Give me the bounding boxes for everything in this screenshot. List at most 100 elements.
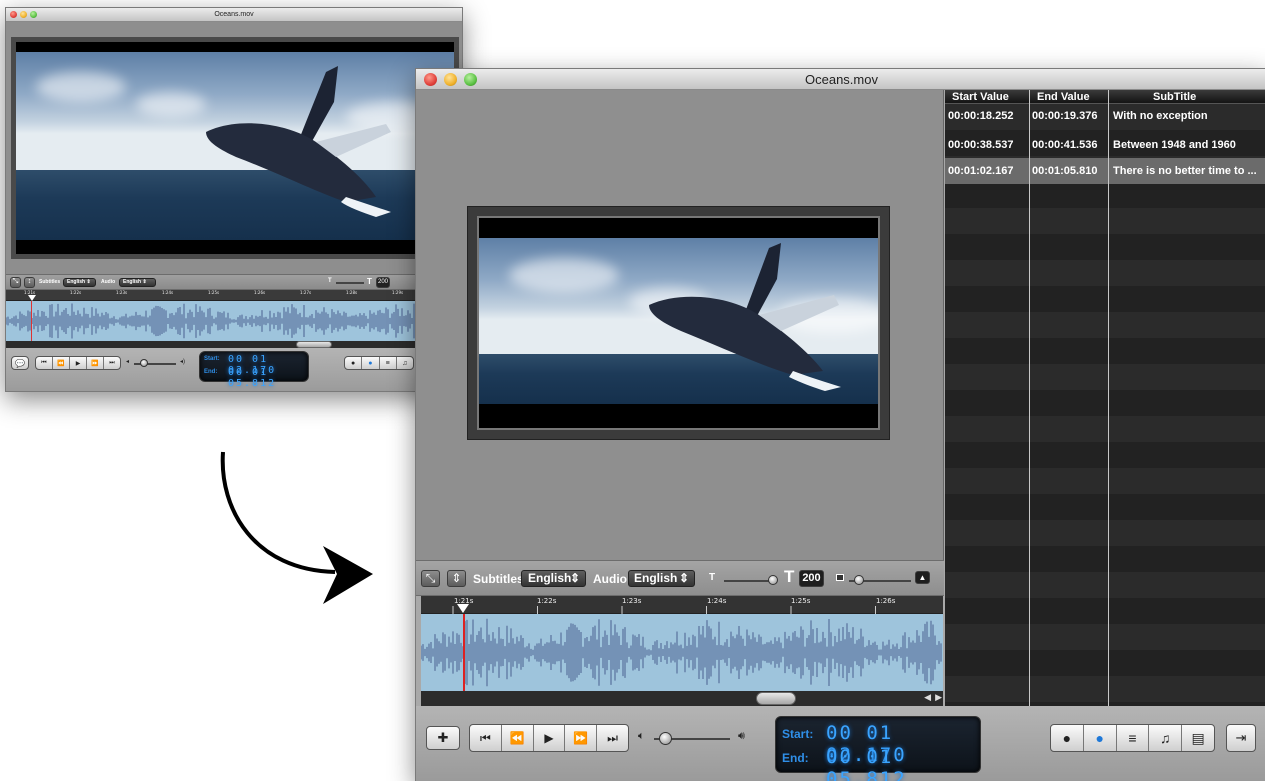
select-arrows-icon: ⇕ (678, 571, 689, 585)
view-mode-controls: ● ● ≡ ♫ ▤ (1050, 724, 1215, 752)
font-size-field[interactable]: 200 (799, 570, 824, 587)
scroll-thumb[interactable] (296, 341, 332, 348)
font-size-knob[interactable] (768, 575, 778, 585)
volume-knob[interactable] (140, 359, 148, 367)
transport-controls: ⏮ ⏪ ▶ ⏩ ⏭ (469, 724, 629, 752)
fast-forward-icon: ⏩ (91, 360, 99, 367)
skip-start-icon: ⏮ (41, 359, 47, 366)
scroll-thumb[interactable] (756, 692, 796, 705)
time-display: Start: 00 01 02.170 End: 00 01 05.812 (775, 716, 981, 781)
row-start-value: 00:00:38.537 (948, 139, 1014, 151)
small-timeline-scrollbar[interactable] (6, 341, 462, 348)
table-row-selected[interactable]: 00:01:02.167 00:01:05.810 There is no be… (945, 158, 1265, 184)
skip-end-button[interactable]: ⏭ (597, 725, 628, 751)
column-header-end[interactable]: End Value (1037, 90, 1112, 104)
list-view-button[interactable]: ≡ (1117, 725, 1150, 751)
fullscreen-button[interactable]: ⤡ (10, 277, 21, 288)
minimize-window-button[interactable] (444, 73, 457, 86)
skip-start-icon: ⏮ (479, 730, 491, 745)
font-size-value[interactable]: 200 (376, 277, 390, 288)
sync-button[interactable]: ⇕ (447, 570, 466, 587)
volume-high-icon: ◂) (180, 359, 186, 365)
close-window-button[interactable] (424, 73, 437, 86)
subtitles-select[interactable]: English ⇕ (521, 570, 586, 587)
skip-start-button[interactable]: ⏮ (470, 725, 502, 751)
timeline-ruler[interactable]: 1:21s 1:22s 1:23s 1:24s 1:25s 1:26s (421, 596, 943, 614)
font-large-icon: T (367, 277, 372, 286)
document-view-button[interactable]: ▤ (1182, 725, 1214, 751)
small-waveform[interactable] (6, 301, 462, 341)
speech-bubble-blue-icon: ● (368, 359, 373, 367)
audio-label: Audio (593, 572, 627, 586)
whale-image-small (206, 66, 391, 217)
column-header-start[interactable]: Start Value (952, 90, 1027, 104)
subtitle-view-button[interactable]: ● (345, 357, 363, 369)
table-row[interactable]: 00:00:38.537 00:00:41.536 Between 1948 a… (945, 132, 1265, 158)
active-subtitle-view-button[interactable]: ● (1084, 725, 1117, 751)
audio-select-value: English (634, 571, 678, 585)
font-size-slider[interactable] (336, 282, 364, 284)
active-subtitle-view-button[interactable]: ● (362, 357, 380, 369)
playhead-marker[interactable] (457, 604, 469, 613)
audio-select[interactable]: English ⇕ (119, 278, 156, 287)
subtitles-select[interactable]: English ⇕ (63, 278, 96, 287)
small-timeline-ruler[interactable]: 1:21s 1:22s 1:23s 1:24s 1:25s 1:26s 1:27… (6, 290, 462, 301)
zoom-window-button[interactable] (30, 11, 37, 18)
font-size-text: 200 (377, 279, 388, 285)
scroll-left-arrow-icon[interactable]: ◀ (924, 692, 931, 703)
table-row[interactable]: 00:00:18.252 00:00:19.376 With no except… (945, 106, 1265, 132)
play-button[interactable]: ▶ (534, 725, 566, 751)
audio-label: Audio (101, 279, 116, 285)
rewind-button[interactable]: ⏪ (502, 725, 534, 751)
play-icon: ▶ (75, 360, 81, 367)
list-view-button[interactable]: ≡ (380, 357, 397, 369)
fast-forward-button[interactable]: ⏩ (87, 357, 104, 369)
audio-view-button[interactable]: ♫ (397, 357, 413, 369)
audio-select[interactable]: English ⇕ (628, 570, 695, 587)
fast-forward-button[interactable]: ⏩ (565, 725, 598, 751)
column-header-subtitle[interactable]: SubTitle (1153, 90, 1233, 104)
export-button[interactable]: ⇥ (1226, 724, 1256, 752)
volume-knob[interactable] (659, 732, 672, 745)
speech-bubble-icon: ● (351, 359, 356, 367)
row-end-value: 00:01:05.810 (1032, 165, 1098, 177)
volume-low-icon: ◂ (126, 359, 130, 365)
timeline-scrollbar[interactable]: ◀ ▶ (421, 691, 943, 706)
audio-waveform[interactable] (421, 614, 943, 691)
main-video-area (416, 90, 944, 560)
video-bezel (467, 206, 890, 440)
main-player-window: Oceans.mov ⤡ ⇕ Subtitles English ⇕ Audio… (415, 68, 1265, 781)
fast-forward-icon: ⏩ (573, 731, 589, 745)
zoom-knob[interactable] (854, 575, 864, 585)
transition-arrow-icon (220, 451, 373, 604)
row-end-value: 00:00:41.536 (1032, 139, 1098, 151)
whale-image (649, 243, 841, 391)
small-video-frame[interactable] (11, 37, 459, 259)
speech-bubble-icon: ● (1062, 730, 1072, 746)
row-start-value: 00:00:18.252 (948, 110, 1014, 122)
column-divider (1108, 90, 1109, 706)
select-arrows-icon: ⇕ (569, 571, 580, 585)
minimize-window-button[interactable] (20, 11, 27, 18)
row-subtitle-text: With no exception (1113, 110, 1208, 122)
subtitle-view-button[interactable]: ● (1051, 725, 1084, 751)
zoom-window-button[interactable] (464, 73, 477, 86)
main-video-frame[interactable] (477, 216, 880, 430)
skip-start-button[interactable]: ⏮ (36, 357, 53, 369)
rewind-button[interactable]: ⏪ (53, 357, 70, 369)
sync-button[interactable]: ↕ (24, 277, 35, 288)
speech-bubble-blue-icon: ● (1095, 730, 1104, 746)
music-note-icon: ♫ (1160, 730, 1171, 746)
play-button[interactable]: ▶ (70, 357, 87, 369)
fullscreen-button[interactable]: ⤡ (421, 570, 440, 587)
close-window-button[interactable] (10, 11, 17, 18)
scroll-right-arrow-icon[interactable]: ▶ (935, 692, 942, 703)
add-subtitle-button[interactable]: 💬 (11, 356, 29, 370)
add-subtitle-button[interactable]: ✚ (426, 726, 460, 750)
audio-view-button[interactable]: ♫ (1149, 725, 1183, 751)
skip-end-button[interactable]: ⏭ (104, 357, 120, 369)
play-icon: ▶ (544, 731, 554, 745)
timeline-tick-label: 1:23s (116, 290, 128, 295)
small-player-window: Oceans.mov ⤡ ↕ Subtitles English ⇕ Audio… (5, 7, 463, 392)
time-display: Start: 00 01 02.170 End: 00 01 05.812 (199, 351, 309, 389)
